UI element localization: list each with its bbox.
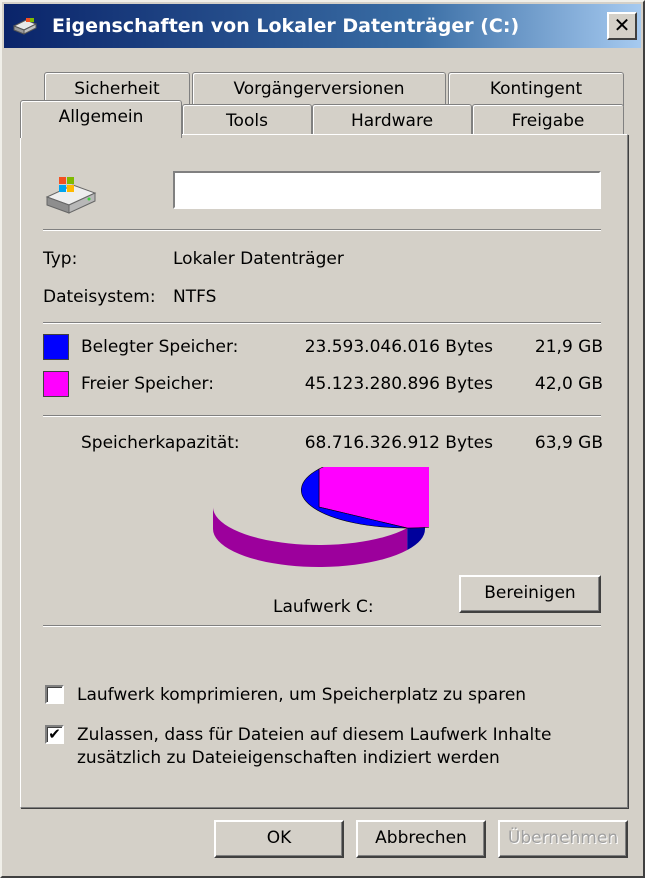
separator xyxy=(43,625,601,627)
used-space-swatch xyxy=(43,334,69,360)
apply-button: Übernehmen xyxy=(498,820,628,858)
filesystem-label: Dateisystem: xyxy=(43,287,156,307)
compress-checkbox[interactable] xyxy=(45,685,64,704)
capacity-gb: 63,9 GB xyxy=(534,433,603,453)
type-value: Lokaler Datenträger xyxy=(173,249,344,269)
free-space-label: Freier Speicher: xyxy=(81,374,214,394)
cleanup-button[interactable]: Bereinigen xyxy=(459,575,601,613)
tab-vorgaengerversionen[interactable]: Vorgängerversionen xyxy=(192,72,446,106)
separator xyxy=(43,229,601,231)
used-space-gb: 21,9 GB xyxy=(534,337,603,357)
used-space-bytes: 23.593.046.016 Bytes xyxy=(304,337,493,357)
tab-allgemein[interactable]: Allgemein xyxy=(20,100,182,138)
drive-name-input[interactable] xyxy=(173,171,601,209)
drive-icon xyxy=(12,16,38,36)
cancel-button[interactable]: Abbrechen xyxy=(356,820,486,858)
filesystem-value: NTFS xyxy=(173,287,217,307)
free-space-pie-slice xyxy=(318,467,429,529)
properties-dialog: Eigenschaften von Lokaler Datenträger (C… xyxy=(0,0,645,878)
capacity-label: Speicherkapazität: xyxy=(81,433,240,453)
hard-drive-icon xyxy=(43,173,99,221)
type-label: Typ: xyxy=(43,249,78,269)
general-panel: Typ: Lokaler Datenträger Dateisystem: NT… xyxy=(20,134,628,808)
close-icon: ✕ xyxy=(613,13,631,37)
separator xyxy=(43,322,601,324)
checkmark-icon: ✔ xyxy=(48,725,61,743)
disk-usage-pie xyxy=(213,467,429,567)
compress-label: Laufwerk komprimieren, um Speicherplatz … xyxy=(77,685,527,705)
window-title: Eigenschaften von Lokaler Datenträger (C… xyxy=(52,15,520,37)
tab-freigabe[interactable]: Freigabe xyxy=(472,104,624,138)
index-label-line1: Zulassen, dass für Dateien auf diesem La… xyxy=(77,725,552,745)
index-label-line2: zusätzlich zu Dateieigenschaften indizie… xyxy=(77,748,500,768)
tab-tools[interactable]: Tools xyxy=(182,104,312,138)
tab-hardware[interactable]: Hardware xyxy=(312,104,472,138)
free-space-bytes: 45.123.280.896 Bytes xyxy=(304,374,493,394)
separator xyxy=(43,415,601,417)
capacity-bytes: 68.716.326.912 Bytes xyxy=(304,433,493,453)
title-bar[interactable]: Eigenschaften von Lokaler Datenträger (C… xyxy=(4,4,641,48)
ok-button[interactable]: OK xyxy=(214,820,344,858)
close-button[interactable]: ✕ xyxy=(607,12,637,40)
index-checkbox[interactable]: ✔ xyxy=(45,725,64,744)
tab-kontingent[interactable]: Kontingent xyxy=(448,72,624,106)
drive-letter-label: Laufwerk C: xyxy=(273,597,374,617)
used-space-label: Belegter Speicher: xyxy=(81,337,239,357)
free-space-gb: 42,0 GB xyxy=(534,374,603,394)
free-space-swatch xyxy=(43,371,69,397)
